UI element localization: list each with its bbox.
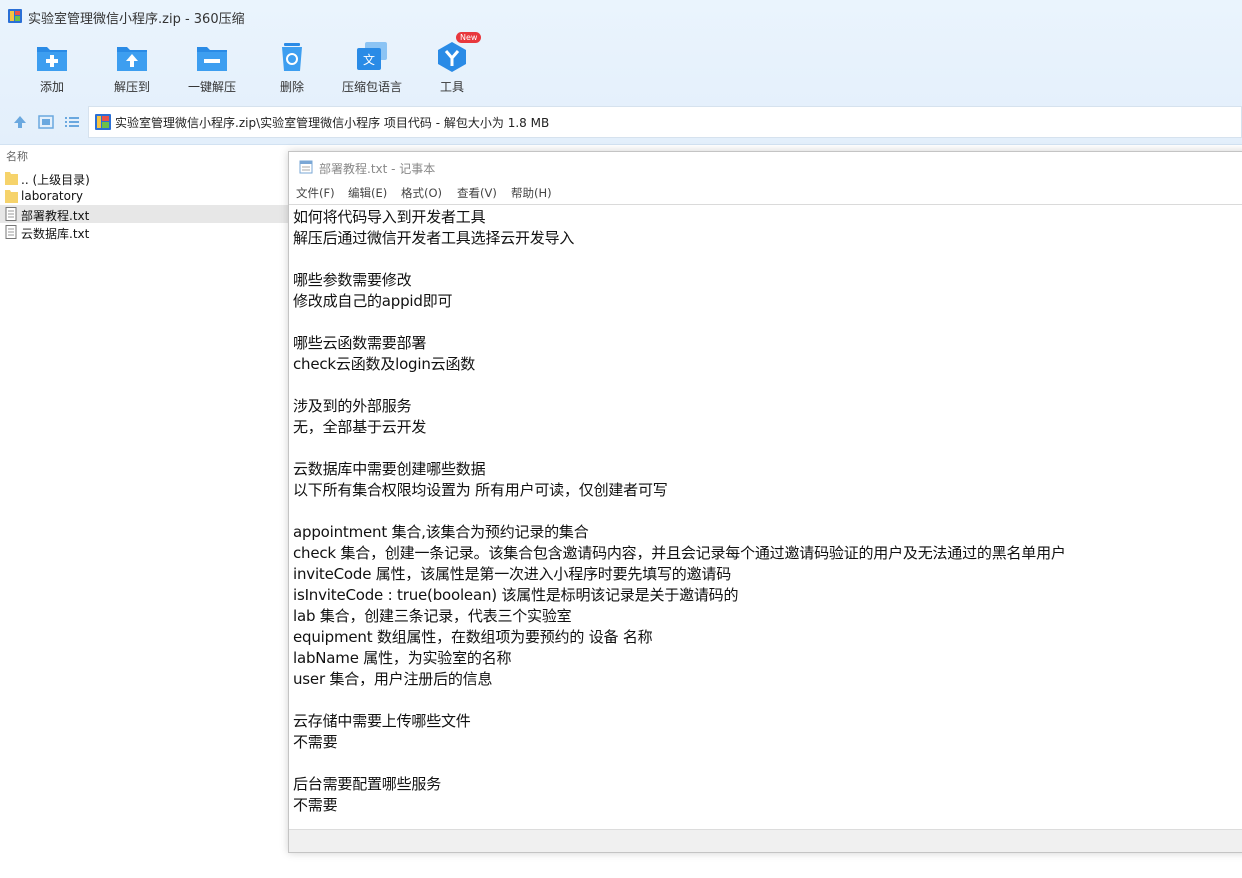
text-line: 哪些云函数需要部署 xyxy=(293,334,427,352)
file-name: 云数据库.txt xyxy=(21,227,90,241)
tools-button[interactable]: New 工具 xyxy=(412,32,492,98)
text-line: 哪些参数需要修改 xyxy=(293,271,412,289)
notepad-text-area[interactable]: 如何将代码导入到开发者工具解压后通过微信开发者工具选择云开发导入 哪些参数需要修改… xyxy=(289,204,1242,829)
text-line: 云数据库中需要创建哪些数据 xyxy=(293,460,486,478)
list-view-icon[interactable] xyxy=(63,113,81,131)
add-label: 添加 xyxy=(39,80,64,94)
text-line: 修改成自己的appid即可 xyxy=(293,292,453,310)
text-file-icon xyxy=(5,225,17,239)
file-name: .. (上级目录) xyxy=(21,173,90,187)
text-line: 后台需要配置哪些服务 xyxy=(293,775,442,793)
text-line: inviteCode 属性，该属性是第一次进入小程序时要先填写的邀请码 xyxy=(293,565,732,583)
one-click-extract-label: 一键解压 xyxy=(187,80,236,94)
notepad-menu-bar: 文件(F) 编辑(E) 格式(O) 查看(V) 帮助(H) xyxy=(289,182,1242,204)
tools-icon xyxy=(438,42,466,72)
zip-window-header: 实验室管理微信小程序.zip - 360压缩 添加 解压到 一键解压 删除 文 … xyxy=(0,0,1242,145)
text-line: 解压后通过微信开发者工具选择云开发导入 xyxy=(293,229,575,247)
one-click-extract-icon xyxy=(197,47,227,71)
extract-to-button[interactable]: 解压到 xyxy=(92,36,172,98)
text-line: 以下所有集合权限均设置为 所有用户可读，仅创建者可写 xyxy=(293,481,668,499)
path-field[interactable]: 实验室管理微信小程序.zip\实验室管理微信小程序 项目代码 - 解包大小为 1… xyxy=(88,106,1242,138)
text-line: equipment 数组属性，在数组项为要预约的 设备 名称 xyxy=(293,628,653,646)
language-button[interactable]: 文 压缩包语言 xyxy=(332,36,412,98)
text-line: user 集合，用户注册后的信息 xyxy=(293,670,493,688)
text-line: appointment 集合,该集合为预约记录的集合 xyxy=(293,523,589,541)
name-header-label: 名称 xyxy=(6,150,28,163)
file-row-cloud-db[interactable]: 云数据库.txt xyxy=(0,223,288,241)
notepad-status-bar xyxy=(289,829,1242,852)
svg-text:文: 文 xyxy=(363,52,375,67)
folder-icon xyxy=(5,172,18,185)
language-icon: 文 xyxy=(357,42,387,70)
address-bar: 实验室管理微信小程序.zip\实验室管理微信小程序 项目代码 - 解包大小为 1… xyxy=(0,106,1242,138)
up-arrow-icon[interactable] xyxy=(11,113,29,131)
extract-to-icon xyxy=(117,47,147,71)
file-row-deploy-guide[interactable]: 部署教程.txt xyxy=(0,205,288,223)
text-line: 云存储中需要上传哪些文件 xyxy=(293,712,471,730)
text-line: lab 集合，创建三条记录，代表三个实验室 xyxy=(293,607,572,625)
text-line: 不需要 xyxy=(293,733,338,751)
text-line: 无，全部基于云开发 xyxy=(293,418,427,436)
menu-format[interactable]: 格式(O) xyxy=(401,185,442,201)
file-row-parent-dir[interactable]: .. (上级目录) xyxy=(0,169,288,187)
text-line: labName 属性，为实验室的名称 xyxy=(293,649,512,667)
text-line: check 集合，创建一条记录。该集合包含邀请码内容，并且会记录每个通过邀请码验… xyxy=(293,544,1066,562)
text-line: 涉及到的外部服务 xyxy=(293,397,412,415)
new-badge: New xyxy=(456,32,482,43)
zip-app-icon xyxy=(8,9,22,23)
thumbnail-view-icon[interactable] xyxy=(37,113,55,131)
delete-button[interactable]: 删除 xyxy=(252,36,332,98)
text-line: 不需要 xyxy=(293,796,338,814)
notepad-icon xyxy=(299,160,313,174)
text-line: check云函数及login云函数 xyxy=(293,355,476,373)
menu-help[interactable]: 帮助(H) xyxy=(511,185,552,201)
menu-file[interactable]: 文件(F) xyxy=(296,185,335,201)
title-bar: 实验室管理微信小程序.zip - 360压缩 xyxy=(0,0,1242,32)
notepad-window: 部署教程.txt - 记事本 文件(F) 编辑(E) 格式(O) 查看(V) 帮… xyxy=(288,151,1242,853)
tools-label: 工具 xyxy=(439,80,464,94)
folder-icon xyxy=(5,190,18,203)
add-icon xyxy=(37,47,67,71)
toolbar: 添加 解压到 一键解压 删除 文 压缩包语言 New 工具 xyxy=(0,32,1242,98)
file-row-laboratory[interactable]: laboratory xyxy=(0,187,288,205)
path-text: 实验室管理微信小程序.zip\实验室管理微信小程序 项目代码 - 解包大小为 1… xyxy=(115,116,550,130)
language-label: 压缩包语言 xyxy=(341,80,402,94)
menu-edit[interactable]: 编辑(E) xyxy=(348,185,387,201)
name-column-header[interactable]: 名称 xyxy=(0,146,288,164)
text-line: 如何将代码导入到开发者工具 xyxy=(293,208,486,226)
extract-to-label: 解压到 xyxy=(113,80,150,94)
notepad-title: 部署教程.txt - 记事本 xyxy=(319,162,436,176)
file-name: 部署教程.txt xyxy=(21,209,90,223)
window-title: 实验室管理微信小程序.zip - 360压缩 xyxy=(28,12,245,27)
menu-view[interactable]: 查看(V) xyxy=(457,185,497,201)
text-file-icon xyxy=(5,207,17,221)
file-name: laboratory xyxy=(21,189,84,203)
one-click-extract-button[interactable]: 一键解压 xyxy=(172,36,252,98)
delete-label: 删除 xyxy=(279,80,304,94)
delete-icon xyxy=(282,43,302,71)
zip-file-icon xyxy=(95,114,111,130)
text-line: isInviteCode : true(boolean) 该属性是标明该记录是关… xyxy=(293,586,739,604)
add-button[interactable]: 添加 xyxy=(12,36,92,98)
notepad-title-bar[interactable]: 部署教程.txt - 记事本 xyxy=(289,152,1242,182)
